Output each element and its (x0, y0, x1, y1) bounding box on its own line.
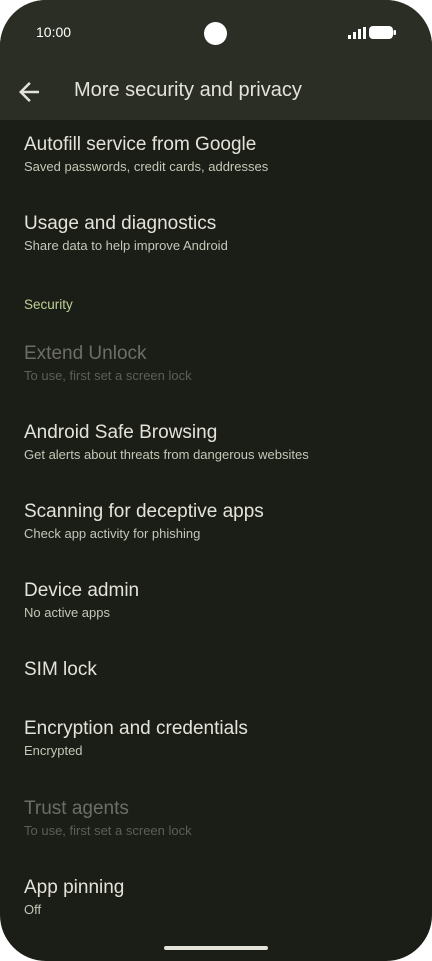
setting-subtitle: No active apps (24, 605, 110, 620)
setting-title: Usage and diagnostics (24, 213, 217, 234)
setting-title: Android Safe Browsing (24, 422, 218, 443)
status-bar: 10:00 (0, 0, 432, 64)
setting-title: Autofill service from Google (24, 134, 257, 155)
setting-subtitle: Check app activity for phishing (24, 526, 201, 541)
setting-subtitle: Encrypted (24, 743, 83, 758)
app-bar: More security and privacy (0, 64, 432, 120)
setting-deceptive-apps-scan[interactable]: Scanning for deceptive apps Check app ac… (24, 500, 414, 543)
setting-subtitle: Saved passwords, credit cards, addresses (24, 159, 269, 174)
setting-subtitle: To use, first set a screen lock (24, 368, 192, 383)
setting-title: Scanning for deceptive apps (24, 501, 264, 522)
setting-trust-agents[interactable]: Trust agents To use, first set a screen … (24, 797, 414, 840)
setting-title: Device admin (24, 580, 140, 601)
battery-icon (369, 26, 396, 39)
home-gesture-bar[interactable] (164, 946, 268, 950)
setting-title: Extend Unlock (24, 343, 147, 364)
setting-subtitle: Share data to help improve Android (24, 238, 228, 253)
setting-safe-browsing[interactable]: Android Safe Browsing Get alerts about t… (24, 421, 414, 464)
arrow-back-icon[interactable] (14, 77, 44, 107)
page-title: More security and privacy (74, 79, 302, 101)
setting-encryption-credentials[interactable]: Encryption and credentials Encrypted (24, 717, 414, 760)
setting-subtitle: To use, first set a screen lock (24, 823, 192, 838)
setting-usage-diagnostics[interactable]: Usage and diagnostics Share data to help… (24, 212, 414, 255)
cellular-signal-icon (348, 27, 366, 39)
setting-title: App pinning (24, 877, 125, 898)
setting-extend-unlock[interactable]: Extend Unlock To use, first set a screen… (24, 342, 414, 385)
setting-title: Trust agents (24, 798, 129, 819)
setting-device-admin[interactable]: Device admin No active apps (24, 579, 414, 622)
setting-autofill-service[interactable]: Autofill service from Google Saved passw… (24, 133, 414, 176)
phone-screen: 10:00 More security and privacy Autofill… (0, 0, 432, 961)
camera-cutout (204, 22, 227, 45)
setting-title: Encryption and credentials (24, 718, 248, 739)
setting-sim-lock[interactable]: SIM lock (24, 658, 414, 682)
status-time: 10:00 (36, 24, 72, 40)
section-header-security: Security (24, 297, 73, 312)
setting-subtitle: Get alerts about threats from dangerous … (24, 447, 309, 462)
setting-app-pinning[interactable]: App pinning Off (24, 876, 414, 919)
setting-title: SIM lock (24, 659, 97, 680)
setting-subtitle: Off (24, 902, 42, 917)
